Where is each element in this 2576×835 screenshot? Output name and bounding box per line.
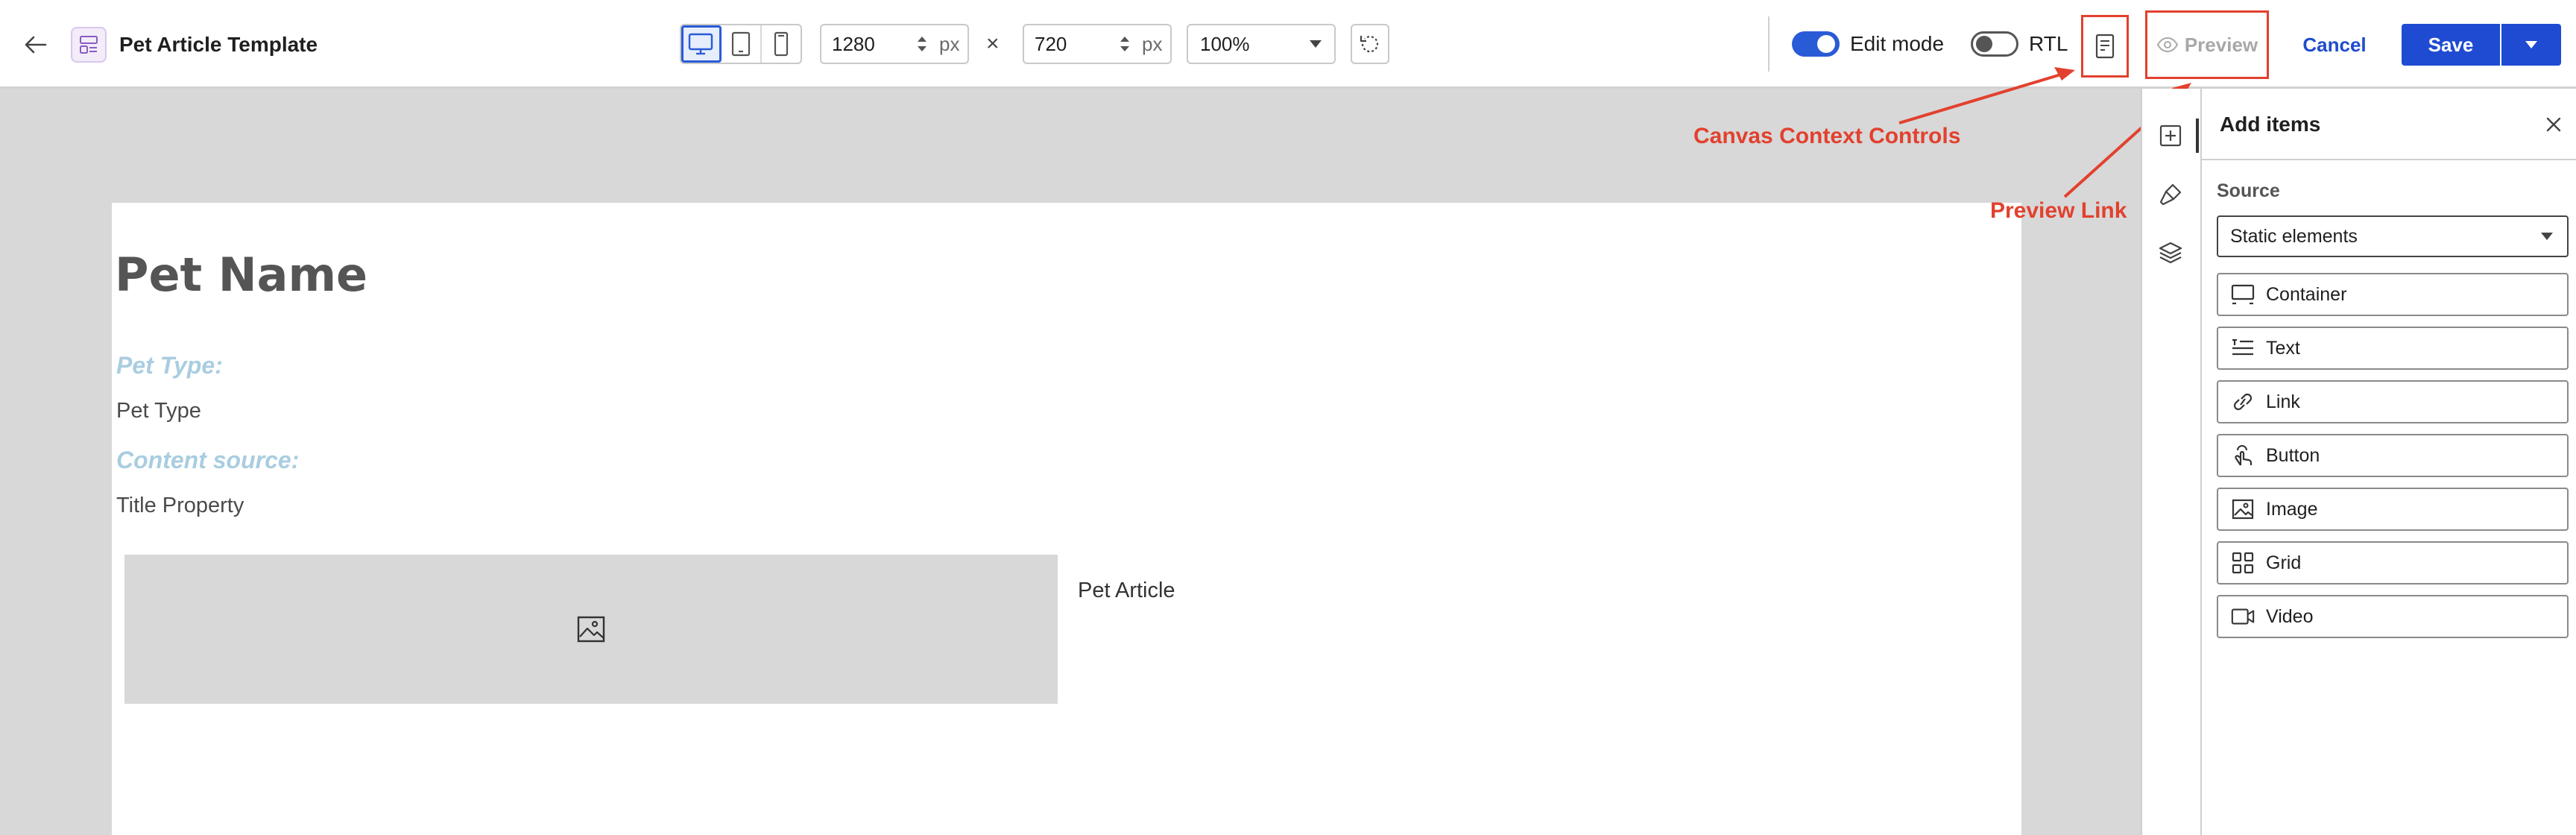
item-label: Button xyxy=(2266,444,2320,466)
item-container[interactable]: Container xyxy=(2217,273,2569,316)
item-grid[interactable]: Grid xyxy=(2217,541,2569,584)
image-placeholder[interactable] xyxy=(124,555,1058,704)
chevron-down-icon xyxy=(2541,233,2553,240)
item-link[interactable]: Link xyxy=(2217,380,2569,423)
item-image[interactable]: Image xyxy=(2217,488,2569,531)
desktop-icon[interactable] xyxy=(681,25,722,63)
canvas-context-button[interactable] xyxy=(2081,15,2129,78)
layers-icon[interactable] xyxy=(2153,235,2188,271)
height-value: 720 xyxy=(1035,32,1067,55)
refresh-icon xyxy=(1360,36,1379,53)
cancel-button[interactable]: Cancel xyxy=(2290,24,2379,66)
pet-type-label[interactable]: Pet Type: xyxy=(116,352,223,379)
image-icon xyxy=(577,616,605,643)
width-unit: px xyxy=(939,32,960,55)
item-text[interactable]: Text xyxy=(2217,327,2569,370)
image-icon xyxy=(2230,497,2255,522)
rtl-label: RTL xyxy=(2029,32,2068,55)
preview-link-annotation: Preview Link xyxy=(1990,198,2127,223)
source-label: Source xyxy=(2217,180,2280,201)
height-unit: px xyxy=(1142,32,1163,55)
width-value: 1280 xyxy=(832,32,875,55)
grid-icon xyxy=(2230,550,2255,576)
add-items-panel: Add items Source Static elements Contain… xyxy=(2200,89,2576,835)
source-value: Static elements xyxy=(2230,225,2358,247)
container-icon xyxy=(2230,282,2255,307)
video-icon xyxy=(2230,604,2255,629)
preview-button[interactable]: Preview xyxy=(2145,10,2269,79)
button-icon xyxy=(2230,443,2255,468)
panel-title: Add items xyxy=(2220,113,2321,136)
eye-icon xyxy=(2156,37,2178,53)
link-icon xyxy=(2230,389,2255,415)
edit-mode-toggle[interactable] xyxy=(1792,31,1840,57)
zoom-value: 100% xyxy=(1200,32,1250,55)
item-button[interactable]: Button xyxy=(2217,434,2569,477)
height-stepper[interactable] xyxy=(1117,36,1133,52)
active-tab-indicator xyxy=(2196,119,2199,153)
item-label: Text xyxy=(2266,337,2300,359)
zoom-select[interactable]: 100% xyxy=(1187,24,1336,64)
height-input[interactable]: 720 px xyxy=(1023,24,1172,64)
rtl-toggle[interactable] xyxy=(1971,31,2018,57)
document-icon xyxy=(2095,34,2115,59)
width-input[interactable]: 1280 px xyxy=(820,24,969,64)
canvas-context-controls-annotation: Canvas Context Controls xyxy=(1693,124,1961,148)
item-label: Link xyxy=(2266,391,2300,412)
item-label: Video xyxy=(2266,605,2314,627)
chevron-down-icon xyxy=(1310,40,1322,48)
canvas-page[interactable]: Pet Name Pet Type: Pet Type Content sour… xyxy=(112,203,2021,835)
save-button[interactable]: Save xyxy=(2402,24,2500,66)
dimension-separator: × xyxy=(986,31,1000,56)
preview-label: Preview xyxy=(2184,33,2258,56)
item-video[interactable]: Video xyxy=(2217,595,2569,638)
item-label: Container xyxy=(2266,283,2347,305)
toolbar: Pet Article Template 1280 px × 720 px 10… xyxy=(0,0,2576,89)
content-source-value[interactable]: Title Property xyxy=(116,494,244,518)
mobile-icon[interactable] xyxy=(762,25,801,63)
item-label: Grid xyxy=(2266,552,2302,573)
width-stepper[interactable] xyxy=(914,36,930,52)
content-source-label[interactable]: Content source: xyxy=(116,447,299,474)
pet-name-heading[interactable]: Pet Name xyxy=(115,248,367,302)
tablet-icon[interactable] xyxy=(722,25,762,63)
style-brush-icon[interactable] xyxy=(2153,177,2188,212)
close-icon[interactable] xyxy=(2539,110,2569,139)
chevron-down-icon xyxy=(2525,41,2537,48)
template-icon xyxy=(71,27,107,63)
pet-type-value[interactable]: Pet Type xyxy=(116,399,201,423)
tool-rail xyxy=(2141,89,2200,835)
pet-article-text[interactable]: Pet Article xyxy=(1078,579,1175,603)
back-arrow-icon[interactable] xyxy=(18,27,54,63)
panel-header: Add items xyxy=(2202,89,2576,160)
edit-mode-label: Edit mode xyxy=(1850,32,1945,55)
reset-view-button[interactable] xyxy=(1351,24,1389,64)
device-switcher xyxy=(680,24,802,64)
save-options-button[interactable] xyxy=(2501,24,2561,66)
text-icon xyxy=(2230,335,2255,361)
page-title: Pet Article Template xyxy=(119,33,318,56)
item-label: Image xyxy=(2266,498,2318,520)
add-items-icon[interactable] xyxy=(2153,118,2188,154)
toolbar-divider xyxy=(1768,16,1770,72)
source-select[interactable]: Static elements xyxy=(2217,215,2569,257)
